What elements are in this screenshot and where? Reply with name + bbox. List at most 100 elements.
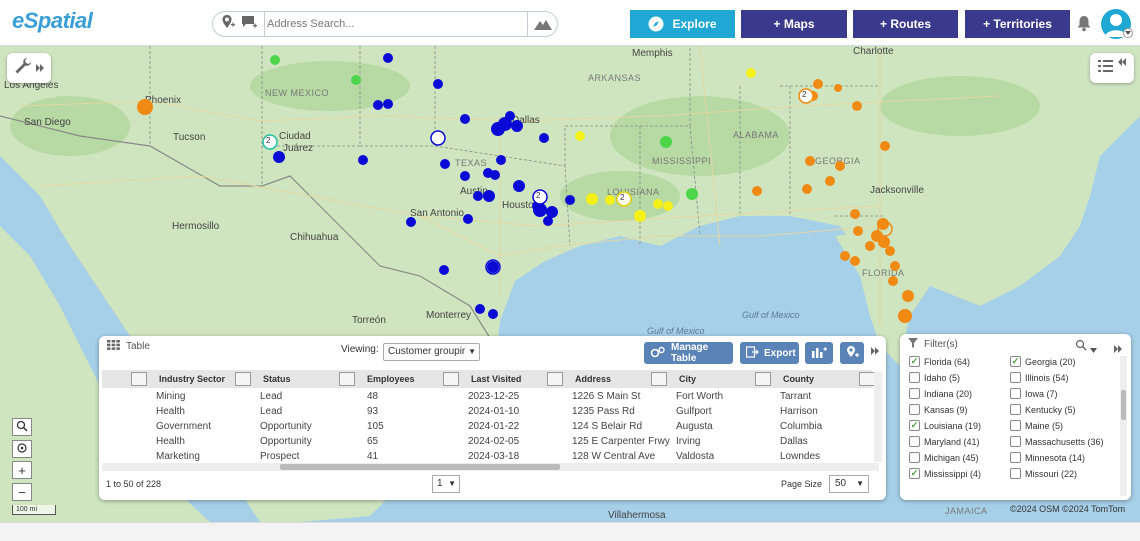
cluster-count[interactable]: 2 [802,90,806,99]
bell-icon[interactable] [1076,15,1092,37]
filter-item[interactable]: ✓ Mississippi (4) [909,468,981,479]
horizontal-scrollbar[interactable] [102,463,879,471]
checkbox-checked[interactable]: ✓ [909,420,920,431]
table-row[interactable]: Government Opportunity 105 2024-01-22 12… [102,420,872,435]
checkbox-checked[interactable]: ✓ [909,468,920,479]
table-panel-title: Table [107,340,150,353]
filter-item[interactable]: Massachusetts (36) [1010,436,1104,447]
filter-scroll-thumb[interactable] [1121,390,1126,420]
column-filter-icon[interactable] [131,372,147,386]
filter-item[interactable]: Kentucky (5) [1010,404,1076,415]
column-filter-icon[interactable] [651,372,667,386]
map-marker [433,79,443,89]
filter-scrollbar[interactable] [1120,356,1127,496]
table-row[interactable]: Health Opportunity 65 2024-02-05 125 E C… [102,435,872,450]
cluster-count[interactable]: 2 [266,136,270,145]
column-header-address[interactable]: Address [575,370,611,388]
zoom-icon[interactable] [1075,338,1087,356]
chevron-down-icon[interactable] [1123,28,1133,38]
column-header-industry[interactable]: Industry Sector [159,370,225,388]
checkbox[interactable] [1010,436,1021,447]
checkbox[interactable] [909,404,920,415]
column-header-employees[interactable]: Employees [367,370,415,388]
map-marker [575,131,585,141]
add-location-button[interactable] [840,342,864,364]
checkbox[interactable] [1010,388,1021,399]
filter-item[interactable]: Michigan (45) [909,452,979,463]
add-chart-button[interactable] [805,342,833,364]
map-marker [802,184,812,194]
filter-item[interactable]: Minnesota (14) [1010,452,1085,463]
address-search-input[interactable] [267,14,527,34]
terrain-icon[interactable] [527,12,557,36]
viewing-select[interactable]: Customer groupir ▼ [383,343,480,361]
map-marker [898,309,912,323]
bar-chart-icon [811,346,827,361]
espatial-logo[interactable]: eSpatial [12,8,93,34]
checkbox-checked[interactable]: ✓ [1010,356,1021,367]
panel-expand-icon[interactable] [871,342,879,360]
checkbox[interactable] [909,452,920,463]
table-row[interactable]: Mining Lead 48 2023-12-25 1226 S Main St… [102,390,872,405]
filter-item[interactable]: Maine (5) [1010,420,1063,431]
zoom-out-button[interactable]: − [12,483,32,501]
page-select[interactable]: 1 ▼ [432,475,460,493]
filter-item[interactable]: Indiana (20) [909,388,972,399]
column-filter-icon[interactable] [859,372,875,386]
filter-item[interactable]: Illinois (54) [1010,372,1069,383]
add-territory-button[interactable]: + Territories [965,10,1070,38]
column-filter-icon[interactable] [235,372,251,386]
checkbox[interactable] [1010,452,1021,463]
column-header-last-visited[interactable]: Last Visited [471,370,521,388]
cell-address: 1226 S Main St [572,391,641,402]
tools-button[interactable] [7,53,51,83]
column-filter-icon[interactable] [755,372,771,386]
filter-item[interactable]: ✓ Louisiana (19) [909,420,981,431]
column-filter-icon[interactable] [547,372,563,386]
add-location-icon[interactable] [220,14,236,35]
filter-item[interactable]: ✓ Georgia (20) [1010,356,1076,367]
horizontal-scroll-thumb[interactable] [280,464,560,470]
filter-item[interactable]: Iowa (7) [1010,388,1058,399]
add-map-button[interactable]: + Maps [741,10,847,38]
filter-item-label: Mississippi (4) [924,468,982,479]
checkbox[interactable] [1010,468,1021,479]
filter-item[interactable]: Missouri (22) [1010,468,1077,479]
column-header-county[interactable]: County [783,370,814,388]
cluster-count[interactable]: 2 [536,191,540,200]
filter-item[interactable]: Idaho (5) [909,372,960,383]
cluster-count[interactable]: 2 [620,193,624,202]
checkbox[interactable] [1010,404,1021,415]
column-filter-icon[interactable] [339,372,355,386]
vertical-scrollbar[interactable] [874,372,882,462]
zoom-area-button[interactable] [12,418,32,436]
column-filter-icon[interactable] [443,372,459,386]
checkbox[interactable] [909,436,920,447]
checkbox[interactable] [1010,420,1021,431]
cell-city: Gulfport [676,406,712,417]
legend-button[interactable] [1090,53,1134,83]
page-size-select[interactable]: 50 ▼ [829,475,869,493]
map-marker [660,136,672,148]
checkbox[interactable] [909,372,920,383]
add-route-button[interactable]: + Routes [853,10,958,38]
filter-item[interactable]: Kansas (9) [909,404,968,415]
checkbox-checked[interactable]: ✓ [909,356,920,367]
checkbox[interactable] [1010,372,1021,383]
locate-button[interactable] [12,440,32,458]
filter-item[interactable]: Maryland (41) [909,436,980,447]
zoom-in-button[interactable]: + [12,461,32,479]
scale-bar: 100 mi [12,505,56,515]
cell-city: Fort Worth [676,391,724,402]
export-button[interactable]: Export [740,342,799,364]
cell-county: Harrison [780,406,818,417]
chevron-down-icon[interactable] [1090,340,1097,358]
table-row[interactable]: Health Lead 93 2024-01-10 1235 Pass Rd G… [102,405,872,420]
manage-table-button[interactable]: Manage Table [644,342,733,364]
filter-item[interactable]: ✓ Florida (64) [909,356,970,367]
column-header-status[interactable]: Status [263,370,291,388]
column-header-city[interactable]: City [679,370,696,388]
explore-button[interactable]: Explore [630,10,735,38]
checkbox[interactable] [909,388,920,399]
add-comment-icon[interactable] [241,14,258,35]
